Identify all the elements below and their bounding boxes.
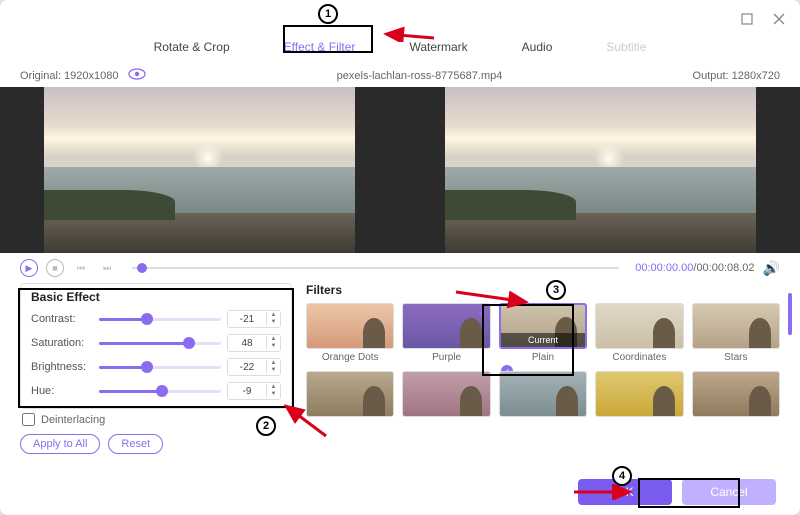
callout-2: 2	[256, 416, 276, 436]
preview-output	[401, 87, 800, 253]
filters-title: Filters	[306, 283, 780, 297]
play-button[interactable]: ▶	[20, 259, 38, 277]
filter-coordinates[interactable]: Coordinates	[595, 303, 683, 363]
timeline-slider[interactable]	[132, 267, 619, 269]
original-resolution: Original: 1920x1080	[20, 70, 118, 82]
filters-panel: Filters Orange Dots ★Purple Current✓Plai…	[306, 283, 780, 454]
preview-area	[0, 87, 800, 253]
filters-scrollbar[interactable]	[788, 293, 792, 335]
filename: pexels-lachlan-ross-8775687.mp4	[146, 70, 692, 82]
up-icon[interactable]: ▲	[267, 360, 280, 367]
reset-button[interactable]: Reset	[108, 434, 163, 454]
tab-rotate-crop[interactable]: Rotate & Crop	[148, 38, 236, 56]
contrast-label: Contrast:	[31, 313, 93, 325]
filter-item[interactable]	[595, 371, 683, 417]
saturation-slider[interactable]	[99, 342, 221, 345]
callout-4: 4	[612, 466, 632, 486]
brightness-slider[interactable]	[99, 366, 221, 369]
contrast-slider[interactable]	[99, 318, 221, 321]
saturation-label: Saturation:	[31, 337, 93, 349]
down-icon[interactable]: ▼	[267, 367, 280, 374]
up-icon[interactable]: ▲	[267, 336, 280, 343]
up-icon[interactable]: ▲	[267, 312, 280, 319]
annotation-arrow-4	[572, 484, 634, 500]
saturation-spinner[interactable]: 48▲▼	[227, 334, 281, 352]
filter-item[interactable]	[692, 371, 780, 417]
output-resolution: Output: 1280x720	[693, 70, 780, 82]
filter-purple[interactable]: ★Purple	[402, 303, 490, 363]
filter-orange-dots[interactable]: Orange Dots	[306, 303, 394, 363]
row-brightness: Brightness: -22▲▼	[31, 358, 281, 376]
callout-3: 3	[546, 280, 566, 300]
preview-original	[0, 87, 399, 253]
deinterlacing-checkbox[interactable]: Deinterlacing	[22, 413, 290, 426]
close-icon[interactable]	[772, 12, 786, 26]
maximize-icon[interactable]	[740, 12, 754, 26]
cancel-button[interactable]: Cancel	[682, 479, 776, 505]
apply-to-all-button[interactable]: Apply to All	[20, 434, 100, 454]
time-display: 00:00:00.00/00:00:08.02	[635, 262, 754, 274]
row-saturation: Saturation: 48▲▼	[31, 334, 281, 352]
up-icon[interactable]: ▲	[267, 384, 280, 391]
down-icon[interactable]: ▼	[267, 391, 280, 398]
down-icon[interactable]: ▼	[267, 343, 280, 350]
brightness-spinner[interactable]: -22▲▼	[227, 358, 281, 376]
callout-1: 1	[318, 4, 338, 24]
annotation-arrow-2	[280, 400, 330, 440]
filter-item[interactable]	[499, 371, 587, 417]
app-window: Rotate & Crop Effect & Filter Watermark …	[0, 0, 800, 515]
preview-eye-icon[interactable]	[128, 68, 146, 83]
next-frame-icon[interactable]: ⏭	[98, 259, 116, 277]
lower-panels: Basic Effect Contrast: -21▲▼ Saturation:…	[0, 283, 800, 464]
annotation-arrow-1	[380, 14, 438, 42]
contrast-spinner[interactable]: -21▲▼	[227, 310, 281, 328]
prev-frame-icon[interactable]: ⏮	[72, 259, 90, 277]
tab-audio[interactable]: Audio	[516, 38, 559, 56]
filter-plain[interactable]: Current✓Plain	[499, 303, 587, 363]
filter-grid: Orange Dots ★Purple Current✓Plain Coordi…	[306, 303, 780, 417]
hue-slider[interactable]	[99, 390, 221, 393]
info-bar: Original: 1920x1080 pexels-lachlan-ross-…	[0, 64, 800, 87]
basic-effect-title: Basic Effect	[31, 290, 281, 304]
brightness-label: Brightness:	[31, 361, 93, 373]
basic-effect-panel: Basic Effect Contrast: -21▲▼ Saturation:…	[20, 283, 292, 454]
filter-item[interactable]	[402, 371, 490, 417]
hue-spinner[interactable]: -9▲▼	[227, 382, 281, 400]
row-hue: Hue: -9▲▼	[31, 382, 281, 400]
tab-subtitle: Subtitle	[600, 38, 652, 56]
volume-icon[interactable]: 🔊	[763, 260, 780, 277]
filter-stars[interactable]: Stars	[692, 303, 780, 363]
down-icon[interactable]: ▼	[267, 319, 280, 326]
row-contrast: Contrast: -21▲▼	[31, 310, 281, 328]
playback-controls: ▶ ■ ⏮ ⏭ 00:00:00.00/00:00:08.02 🔊	[0, 253, 800, 283]
tab-effect-filter[interactable]: Effect & Filter	[278, 38, 362, 56]
stop-button[interactable]: ■	[46, 259, 64, 277]
hue-label: Hue:	[31, 385, 93, 397]
annotation-arrow-3	[454, 288, 532, 310]
